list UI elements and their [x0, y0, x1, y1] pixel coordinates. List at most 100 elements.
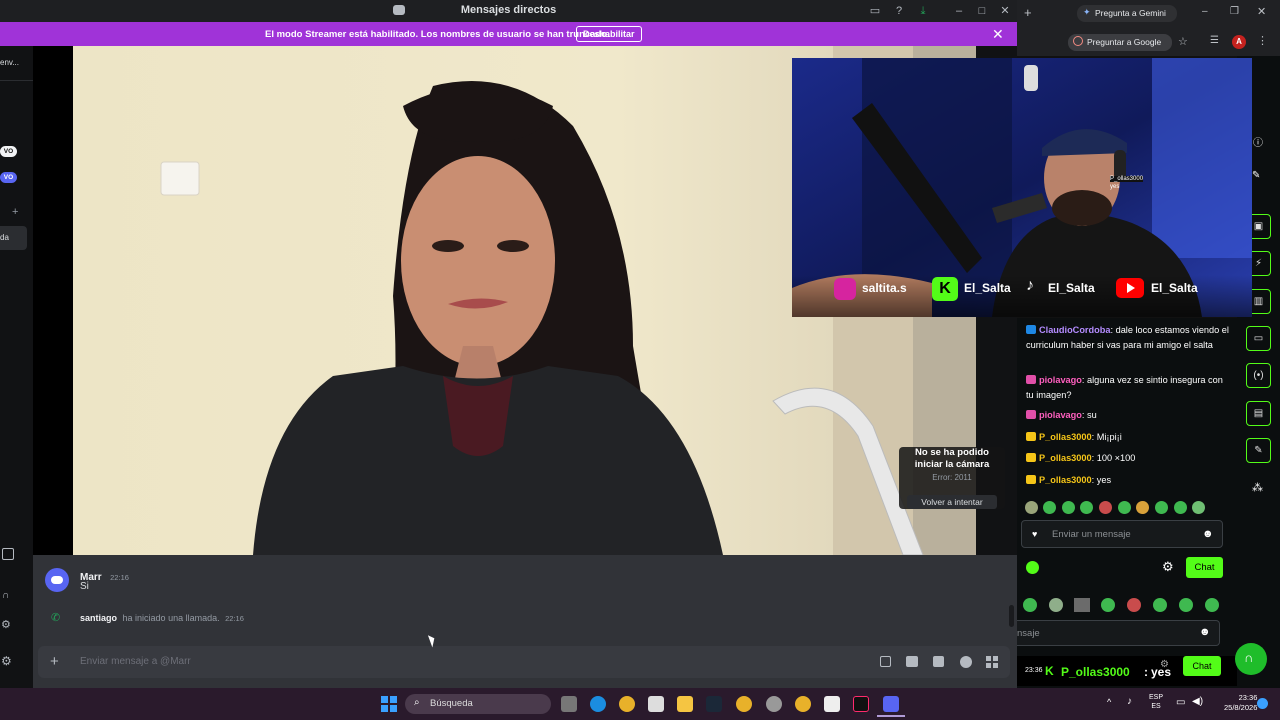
capcut-icon[interactable] [824, 696, 840, 712]
emote-icon[interactable] [1101, 598, 1115, 612]
headset-icon[interactable]: ∩ [2, 590, 9, 601]
emote-icon[interactable] [1080, 501, 1093, 514]
steam-icon[interactable] [706, 696, 722, 712]
emote-icon[interactable] [1118, 501, 1131, 514]
notification-icon[interactable] [1257, 698, 1268, 709]
chrome-icon[interactable] [619, 696, 635, 712]
emoji-icon[interactable]: ☻ [1199, 626, 1211, 638]
emote-icon[interactable] [1074, 598, 1090, 612]
maximize-icon[interactable]: □ [975, 4, 989, 18]
user-settings-icon[interactable]: ⚙ [1, 654, 12, 668]
sticker-icon[interactable] [933, 656, 944, 667]
apps-icon[interactable] [986, 656, 998, 668]
chat-scrollbar[interactable] [1009, 605, 1014, 627]
support-chat-button[interactable]: ∩ [1235, 643, 1267, 675]
taskbar-search[interactable]: ⌕ Búsqueda [405, 694, 551, 714]
emote-icon[interactable] [1179, 598, 1193, 612]
edge-icon[interactable] [590, 696, 606, 712]
chat-username[interactable]: piolavago [1039, 410, 1082, 420]
download-icon[interactable]: ⤓ [916, 4, 930, 18]
gift-icon[interactable] [880, 656, 891, 667]
gear-icon[interactable]: ⚙ [1, 618, 11, 631]
emote-icon[interactable] [1049, 598, 1063, 612]
tab-search-icon[interactable]: ☰ [1210, 35, 1219, 46]
network-icon[interactable]: ▭ [1176, 697, 1185, 708]
new-tab-icon[interactable]: + [1024, 5, 1032, 20]
kick-logo-icon [1026, 561, 1039, 574]
close-window-icon[interactable]: ✕ [998, 4, 1012, 18]
share-icon[interactable]: ⁂ [1252, 481, 1263, 494]
chrome-icon[interactable] [795, 696, 811, 712]
avatar[interactable] [45, 568, 69, 592]
disable-streamer-button[interactable]: Deshabilitar [576, 26, 642, 42]
tool-button[interactable]: ▤ [1246, 401, 1271, 426]
mic-icon[interactable]: ♪ [1127, 696, 1132, 707]
emoji-icon[interactable] [960, 656, 972, 668]
chrome-icon[interactable] [736, 696, 752, 712]
gif-icon[interactable] [906, 656, 918, 667]
language-indicator[interactable]: ESP ES [1149, 693, 1163, 711]
chat-username[interactable]: P_ollas3000 [1039, 475, 1092, 485]
chat-input[interactable]: ♥ Enviar un mensaje ☻ [1021, 520, 1223, 548]
emote-icon[interactable] [1136, 501, 1149, 514]
message-input-bar[interactable]: + Enviar mensaje a @Marr [38, 646, 1010, 678]
settings-icon[interactable]: ⚙ [1160, 659, 1169, 670]
sidebar-channel-label[interactable]: env... [0, 58, 28, 72]
ask-google-button[interactable]: Preguntar a Google [1068, 34, 1172, 51]
camera-error-panel: No se ha podido iniciar la cámara Error:… [899, 447, 1005, 509]
call-user[interactable]: santiago [80, 613, 117, 623]
app-icon[interactable] [766, 696, 782, 712]
chat-username[interactable]: piolavago [1039, 375, 1082, 385]
emote-icon[interactable] [1153, 598, 1167, 612]
chat-username[interactable]: ClaudioCordoba [1039, 325, 1110, 335]
emote-icon[interactable] [1127, 598, 1141, 612]
emote-icon[interactable] [1205, 598, 1219, 612]
bookmark-star-icon[interactable]: ☆ [1178, 35, 1188, 48]
screen-share-icon[interactable] [2, 548, 14, 560]
volume-icon[interactable]: ◀) [1192, 696, 1203, 707]
settings-icon[interactable]: ⚙ [1162, 559, 1174, 575]
chat-bubble-icon[interactable]: ▭ [1246, 326, 1271, 351]
task-view-icon[interactable] [561, 696, 577, 712]
menu-icon[interactable]: ⋮ [1257, 34, 1268, 47]
sidebar-item-active[interactable]: da [0, 226, 27, 250]
minimize-icon[interactable]: – [952, 4, 966, 18]
emote-icon[interactable] [1192, 501, 1205, 514]
add-icon[interactable]: + [12, 206, 18, 218]
emoji-icon[interactable]: ☻ [1202, 528, 1214, 540]
minimize-icon[interactable]: – [1202, 6, 1208, 17]
tiktok-icon[interactable] [853, 696, 869, 712]
discord-icon[interactable] [883, 696, 899, 712]
help-icon[interactable]: ? [892, 4, 906, 18]
chat-input-secondary[interactable]: nsaje ☻ [1017, 620, 1220, 646]
inbox-icon[interactable]: ▭ [868, 4, 882, 18]
gemini-tab[interactable]: ✦ Pregunta a Gemini [1077, 5, 1177, 22]
add-attachment-icon[interactable]: + [50, 654, 59, 669]
chat-username[interactable]: P_ollas3000 [1039, 432, 1092, 442]
wrench-icon[interactable]: ✎ [1246, 438, 1271, 463]
restore-icon[interactable]: ❐ [1230, 6, 1239, 17]
emote-icon[interactable] [1062, 501, 1075, 514]
edit-icon[interactable]: ✎ [1252, 170, 1260, 181]
emote-icon[interactable] [1099, 501, 1112, 514]
folder-icon[interactable] [677, 696, 693, 712]
clock[interactable]: 23:36 25/8/2026 [1224, 693, 1257, 713]
message-input[interactable]: Enviar mensaje a @Marr [80, 656, 191, 667]
start-icon[interactable] [381, 696, 397, 712]
emote-icon[interactable] [1043, 501, 1056, 514]
emote-icon[interactable] [1023, 598, 1037, 612]
chat-send-button[interactable]: Chat [1186, 557, 1223, 578]
chat-username[interactable]: P_ollas3000 [1039, 453, 1092, 463]
close-banner-icon[interactable]: ✕ [992, 26, 1004, 43]
retry-button[interactable]: Volver a intentar [907, 495, 997, 509]
info-icon[interactable]: ⓘ [1253, 134, 1263, 149]
emote-icon[interactable] [1174, 501, 1187, 514]
profile-avatar[interactable]: A [1232, 35, 1246, 49]
close-icon[interactable]: ✕ [1257, 5, 1266, 18]
emote-icon[interactable] [1155, 501, 1168, 514]
chevron-up-icon[interactable]: ^ [1107, 697, 1111, 707]
broadcast-icon[interactable]: (•) [1246, 363, 1271, 388]
store-icon[interactable] [648, 696, 664, 712]
chat-send-button[interactable]: Chat [1183, 656, 1221, 676]
emote-icon[interactable] [1025, 501, 1038, 514]
